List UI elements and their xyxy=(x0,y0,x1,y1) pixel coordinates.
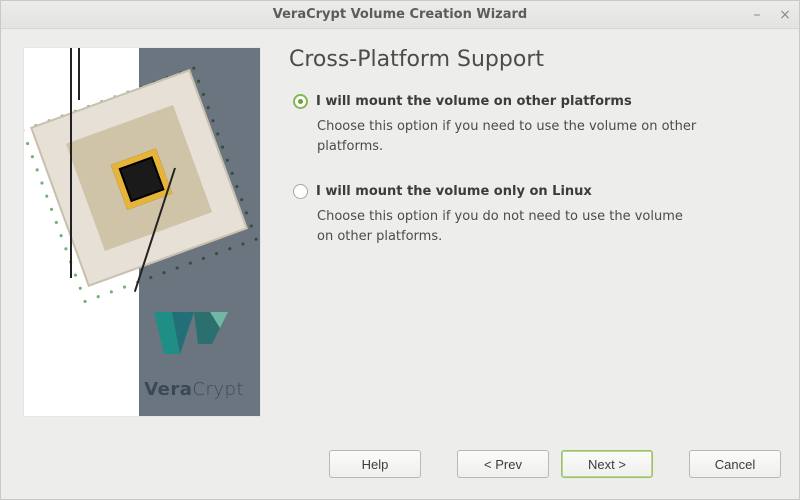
page-title: Cross-Platform Support xyxy=(289,47,779,72)
radio-row-other-platforms[interactable]: I will mount the volume on other platfor… xyxy=(293,94,779,109)
minimize-icon[interactable]: – xyxy=(749,7,765,23)
cancel-button[interactable]: Cancel xyxy=(689,450,781,478)
wizard-sidebar-graphic: VeraCrypt xyxy=(23,47,261,417)
veracrypt-logo-icon xyxy=(150,308,240,372)
titlebar[interactable]: VeraCrypt Volume Creation Wizard – × xyxy=(1,1,799,29)
wizard-footer: Help < Prev Next > Cancel xyxy=(1,443,799,499)
window-controls: – × xyxy=(749,7,793,23)
prev-button[interactable]: < Prev xyxy=(457,450,549,478)
wizard-main: Cross-Platform Support I will mount the … xyxy=(289,47,779,437)
radio-row-linux-only[interactable]: I will mount the volume only on Linux xyxy=(293,184,779,199)
option-linux-only: I will mount the volume only on Linux Ch… xyxy=(289,184,779,246)
window-title: VeraCrypt Volume Creation Wizard xyxy=(1,7,799,22)
option-other-platforms: I will mount the volume on other platfor… xyxy=(289,94,779,156)
content-area: VeraCrypt Cross-Platform Support I will … xyxy=(1,29,799,443)
option-label: I will mount the volume only on Linux xyxy=(316,184,592,199)
wizard-window: VeraCrypt Volume Creation Wizard – × xyxy=(0,0,800,500)
option-description: Choose this option if you do not need to… xyxy=(293,207,703,246)
option-description: Choose this option if you need to use th… xyxy=(293,117,703,156)
radio-icon[interactable] xyxy=(293,94,308,109)
close-icon[interactable]: × xyxy=(777,7,793,23)
radio-icon[interactable] xyxy=(293,184,308,199)
brand-name: VeraCrypt xyxy=(144,379,244,400)
option-label: I will mount the volume on other platfor… xyxy=(316,94,632,109)
help-button[interactable]: Help xyxy=(329,450,421,478)
next-button[interactable]: Next > xyxy=(561,450,653,478)
